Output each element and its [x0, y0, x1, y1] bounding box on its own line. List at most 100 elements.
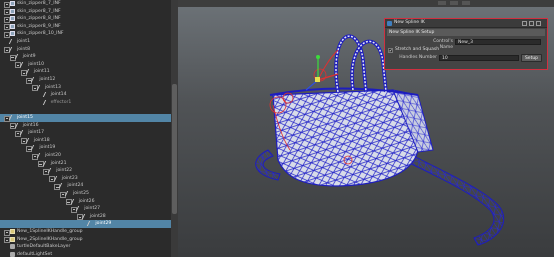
outliner-row[interactable]: skin_zipper8_7_INF	[0, 8, 171, 16]
joint-icon	[42, 99, 48, 105]
outliner-row-label: New_2SplineIKHandle_group	[17, 236, 83, 242]
outliner-row[interactable]: defaultLightSet	[0, 251, 171, 257]
setup-section-header[interactable]: New Spline IK Setup	[387, 29, 545, 36]
outliner-row-label: joint27	[84, 206, 101, 212]
outliner-row[interactable]: turtleDefaultBakeLayer	[0, 243, 171, 251]
spline-ik-dialog: New Spline IK New Spline IK Setup Contro…	[384, 18, 548, 70]
outliner-row[interactable]: joint28	[0, 213, 171, 221]
outliner-row-label: effector1	[50, 99, 72, 105]
close-icon[interactable]	[536, 20, 541, 26]
outliner-row[interactable]: joint25	[0, 190, 171, 198]
outliner-scrollbar-thumb[interactable]	[172, 84, 177, 214]
outliner-row-label: turtleDefaultBakeLayer	[17, 244, 71, 250]
outliner-row-label: joint1	[17, 39, 30, 44]
joint-icon	[20, 130, 26, 136]
outliner-row-label: skin_zipper8_9_INF	[17, 23, 61, 29]
joint-icon	[76, 206, 82, 212]
outliner-row-label: skin_zipper8_10_INF	[17, 31, 64, 37]
outliner-row[interactable]: joint18	[0, 137, 171, 145]
outliner-row-label: joint21	[50, 160, 67, 166]
outliner-row-selected[interactable]: joint15	[0, 114, 171, 122]
outliner-row-label: joint10	[28, 61, 45, 67]
joint-icon	[8, 115, 15, 120]
mesh-icon	[10, 1, 15, 6]
outliner-scrollbar[interactable]	[171, 0, 178, 257]
outliner-row-label: joint14	[50, 92, 67, 98]
outliner-row[interactable]: joint16	[0, 122, 171, 130]
handles-number-input[interactable]: 10	[439, 55, 519, 61]
outliner-row-label: joint18	[33, 137, 50, 143]
outliner-row[interactable]: New_2SplineIKHandle_group	[0, 236, 171, 244]
mesh-icon	[10, 31, 15, 37]
joint-icon	[87, 221, 93, 227]
outliner-row[interactable]: joint22	[0, 167, 171, 175]
outliner-row-label: joint13	[45, 84, 61, 90]
outliner-row-label: skin_zipper8_7_INF	[17, 1, 61, 6]
stretch-squash-checkbox[interactable]: ✔	[388, 47, 393, 53]
outliner-row-selected[interactable]: joint29	[0, 220, 171, 228]
joint-icon	[25, 69, 31, 75]
group-icon	[10, 236, 15, 242]
joint-icon	[59, 183, 65, 189]
outliner-row-label: joint25	[73, 191, 89, 196]
outliner-row-label: skin_zipper8_7_INF	[17, 8, 61, 14]
outliner-row[interactable]: joint11	[0, 68, 171, 76]
outliner-row[interactable]: joint27	[0, 205, 171, 213]
mesh-icon	[10, 16, 15, 22]
outliner-row-label: joint19	[39, 145, 56, 151]
outliner-row[interactable]: New_1SplineIKHandle_group	[0, 228, 171, 236]
outliner-row-label: joint26	[78, 198, 95, 204]
outliner-row[interactable]: joint17	[0, 129, 171, 137]
outliner-row[interactable]: joint13	[0, 84, 171, 92]
joint-icon	[8, 46, 15, 52]
setup-button[interactable]: Setup	[521, 54, 542, 62]
outliner-row[interactable]: joint26	[0, 198, 171, 206]
outliner-row-label: joint9	[22, 54, 36, 60]
outliner-row[interactable]: joint19	[0, 144, 171, 152]
handles-number-label: Handles Number	[399, 55, 437, 60]
stretch-squash-option[interactable]: ✔ Stretch and Squash	[388, 47, 448, 53]
outliner-row[interactable]: joint9	[0, 53, 171, 61]
joint-icon	[64, 191, 71, 196]
outliner-row[interactable]: joint20	[0, 152, 171, 160]
group-icon	[10, 229, 15, 234]
outliner-row[interactable]: joint24	[0, 182, 171, 190]
joint-icon	[42, 92, 48, 98]
outliner-row[interactable]: skin_zipper8_10_INF	[0, 30, 171, 38]
set-icon	[10, 251, 15, 257]
outliner-row-label: defaultLightSet	[17, 251, 53, 257]
dialog-titlebar[interactable]: New Spline IK	[385, 19, 547, 28]
outliner-row-label: joint29	[95, 221, 112, 227]
set-icon	[10, 244, 15, 250]
outliner-row-label: joint20	[45, 153, 61, 158]
joint-icon	[31, 77, 37, 82]
outliner-row-label: joint24	[67, 183, 84, 189]
outliner-row[interactable]: joint12	[0, 76, 171, 84]
outliner-row[interactable]: joint8	[0, 46, 171, 54]
joint-icon	[31, 145, 37, 151]
outliner-row-label: joint15	[17, 115, 33, 120]
outliner-row-label: joint8	[17, 46, 30, 52]
joint-icon	[8, 39, 15, 44]
outliner-row[interactable]: skin_zipper8_7_INF	[0, 0, 171, 8]
outliner-row[interactable]: joint10	[0, 61, 171, 69]
outliner-row[interactable]	[0, 106, 171, 114]
outliner-row[interactable]: effector1	[0, 99, 171, 107]
outliner-row[interactable]: joint21	[0, 160, 171, 168]
outliner-row[interactable]: skin_zipper8_8_INF	[0, 15, 171, 23]
outliner-row[interactable]: joint23	[0, 175, 171, 183]
maximize-icon[interactable]	[529, 20, 534, 26]
outliner-row[interactable]: joint14	[0, 91, 171, 99]
joint-icon	[36, 84, 43, 90]
minimize-icon[interactable]	[522, 20, 527, 26]
outliner-row[interactable]: joint1	[0, 38, 171, 46]
joint-icon	[36, 153, 43, 158]
outliner-row-label: joint23	[61, 175, 78, 181]
mesh-icon	[10, 23, 15, 29]
outliner-row[interactable]: skin_zipper8_9_INF	[0, 23, 171, 31]
outliner-row-label: joint16	[22, 122, 39, 128]
stretch-squash-label: Stretch and Squash	[395, 47, 440, 52]
outliner-row-label: joint12	[39, 77, 56, 82]
app-icon	[387, 20, 392, 26]
controls-name-input[interactable]: New_3	[455, 39, 541, 45]
